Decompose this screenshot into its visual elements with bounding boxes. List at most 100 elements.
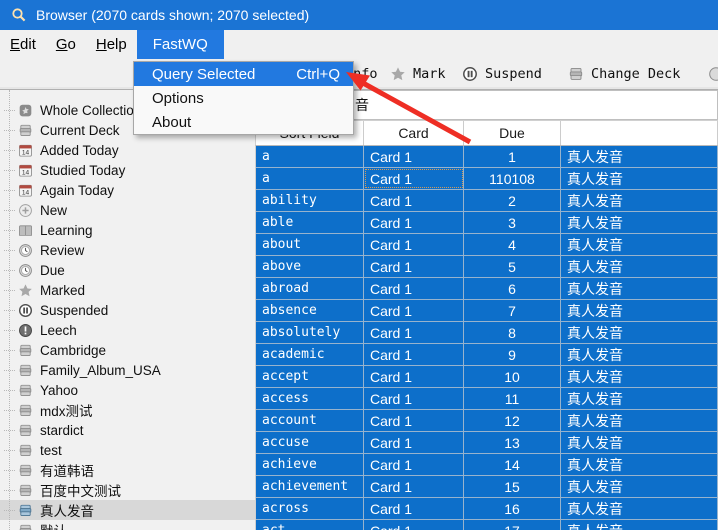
sidebar-item-label: Marked [40, 283, 85, 298]
cell-card: Card 1 [364, 520, 464, 530]
tree-connector [4, 470, 15, 471]
sidebar-item-cambridge[interactable]: Cambridge [0, 340, 255, 360]
sidebar-item-yahoo[interactable]: Yahoo [0, 380, 255, 400]
menu-item-options[interactable]: Options [134, 86, 353, 110]
sidebar-item-real-person-pronunciation[interactable]: 真人发音 [0, 500, 255, 520]
table-row[interactable]: academicCard 19真人发音 [256, 344, 718, 366]
toolbar-mark-button[interactable]: Mark [390, 59, 446, 89]
star-icon [18, 283, 33, 298]
deck-icon [18, 523, 33, 530]
table-row[interactable]: actCard 117真人发音 [256, 520, 718, 530]
table-row[interactable]: abroadCard 16真人发音 [256, 278, 718, 300]
table-row[interactable]: acrossCard 116真人发音 [256, 498, 718, 520]
toolbar-add-tags-button[interactable] [705, 59, 718, 89]
cell-sort-field: academic [256, 344, 364, 365]
pause-circle-icon [18, 303, 33, 318]
sidebar-item-stardict[interactable]: stardict [0, 420, 255, 440]
pause-circle-icon [462, 66, 478, 82]
sidebar-item-label: 有道韩语 [40, 460, 94, 480]
table-row[interactable]: achieveCard 114真人发音 [256, 454, 718, 476]
cell-deck: 真人发音 [561, 498, 718, 519]
tree-connector [4, 450, 15, 451]
plus-circle-icon [18, 203, 33, 218]
sidebar-item-leech[interactable]: Leech [0, 320, 255, 340]
cell-sort-field: about [256, 234, 364, 255]
cell-sort-field: ability [256, 190, 364, 211]
deck-icon [18, 443, 33, 458]
sidebar-item-label: 默认 [40, 520, 67, 530]
table-row[interactable]: absenceCard 17真人发音 [256, 300, 718, 322]
toolbar-suspend-button[interactable]: Suspend [462, 59, 542, 89]
table-row[interactable]: aboutCard 14真人发音 [256, 234, 718, 256]
cell-sort-field: a [256, 168, 364, 189]
toolbar-change-deck-label: Change Deck [591, 66, 680, 82]
table-row[interactable]: ableCard 13真人发音 [256, 212, 718, 234]
cell-sort-field: across [256, 498, 364, 519]
table-row[interactable]: achievementCard 115真人发音 [256, 476, 718, 498]
cell-due: 5 [464, 256, 561, 277]
cell-sort-field: accept [256, 366, 364, 387]
menu-item-query-selected[interactable]: Query Selected Ctrl+Q [134, 62, 353, 86]
table-row[interactable]: acceptCard 110真人发音 [256, 366, 718, 388]
calendar-icon: 14 [18, 183, 33, 198]
table-row[interactable]: aCard 1110108真人发音 [256, 168, 718, 190]
menu-edit[interactable]: Edit [0, 30, 46, 59]
cell-card: Card 1 [364, 322, 464, 343]
cell-deck: 真人发音 [561, 190, 718, 211]
table-row[interactable]: accuseCard 113真人发音 [256, 432, 718, 454]
cell-card: Card 1 [364, 366, 464, 387]
menu-help[interactable]: Help [86, 30, 137, 59]
column-header-card[interactable]: Card [364, 121, 464, 145]
cell-deck: 真人发音 [561, 344, 718, 365]
sidebar-item-again-today[interactable]: 14Again Today [0, 180, 255, 200]
cell-due: 8 [464, 322, 561, 343]
menu-go[interactable]: Go [46, 30, 86, 59]
svg-text:14: 14 [22, 149, 30, 156]
star-icon [390, 66, 406, 82]
column-header-due[interactable]: Due [464, 121, 561, 145]
sidebar-item-studied-today[interactable]: 14Studied Today [0, 160, 255, 180]
sidebar-item-label: 真人发音 [40, 500, 94, 520]
cell-deck: 真人发音 [561, 366, 718, 387]
sidebar-item-test[interactable]: test [0, 440, 255, 460]
cell-deck: 真人发音 [561, 432, 718, 453]
sidebar-item-baidu-chinese-test[interactable]: 百度中文测试 [0, 480, 255, 500]
toolbar-change-deck-button[interactable]: Change Deck [568, 59, 680, 89]
table-row[interactable]: aboveCard 15真人发音 [256, 256, 718, 278]
table-row[interactable]: accessCard 111真人发音 [256, 388, 718, 410]
cell-due: 2 [464, 190, 561, 211]
tree-connector [4, 190, 15, 191]
sidebar-item-family-album-usa[interactable]: Family_Album_USA [0, 360, 255, 380]
toolbar-suspend-label: Suspend [485, 66, 542, 82]
clock-icon [18, 263, 33, 278]
sidebar-item-due[interactable]: Due [0, 260, 255, 280]
cell-card: Card 1 [364, 388, 464, 409]
sidebar-item-youdao-korean[interactable]: 有道韩语 [0, 460, 255, 480]
menu-item-about[interactable]: About [134, 110, 353, 134]
sidebar-item-learning[interactable]: Learning [0, 220, 255, 240]
cell-due: 10 [464, 366, 561, 387]
cell-sort-field: a [256, 146, 364, 167]
sidebar-item-review[interactable]: Review [0, 240, 255, 260]
sidebar-item-mdx-test[interactable]: mdx测试 [0, 400, 255, 420]
table-row[interactable]: absolutelyCard 18真人发音 [256, 322, 718, 344]
cell-card: Card 1 [364, 410, 464, 431]
sidebar-item-added-today[interactable]: 14Added Today [0, 140, 255, 160]
table-row[interactable]: aCard 11真人发音 [256, 146, 718, 168]
window-title: Browser (2070 cards shown; 2070 selected… [36, 7, 309, 23]
sidebar-item-marked[interactable]: Marked [0, 280, 255, 300]
sidebar-item-label: Studied Today [40, 163, 125, 178]
sidebar-item-new[interactable]: New [0, 200, 255, 220]
cell-deck: 真人发音 [561, 388, 718, 409]
sidebar-item-suspended[interactable]: Suspended [0, 300, 255, 320]
table-row[interactable]: accountCard 112真人发音 [256, 410, 718, 432]
cell-card: Card 1 [364, 344, 464, 365]
cell-card: Card 1 [364, 278, 464, 299]
column-header-deck[interactable] [561, 121, 718, 145]
table-row[interactable]: abilityCard 12真人发音 [256, 190, 718, 212]
about-label: About [152, 114, 191, 131]
menu-fastwq[interactable]: FastWQ [137, 30, 224, 59]
options-label: Options [152, 90, 204, 107]
tree-connector [4, 290, 15, 291]
sidebar-item-default[interactable]: 默认 [0, 520, 255, 530]
